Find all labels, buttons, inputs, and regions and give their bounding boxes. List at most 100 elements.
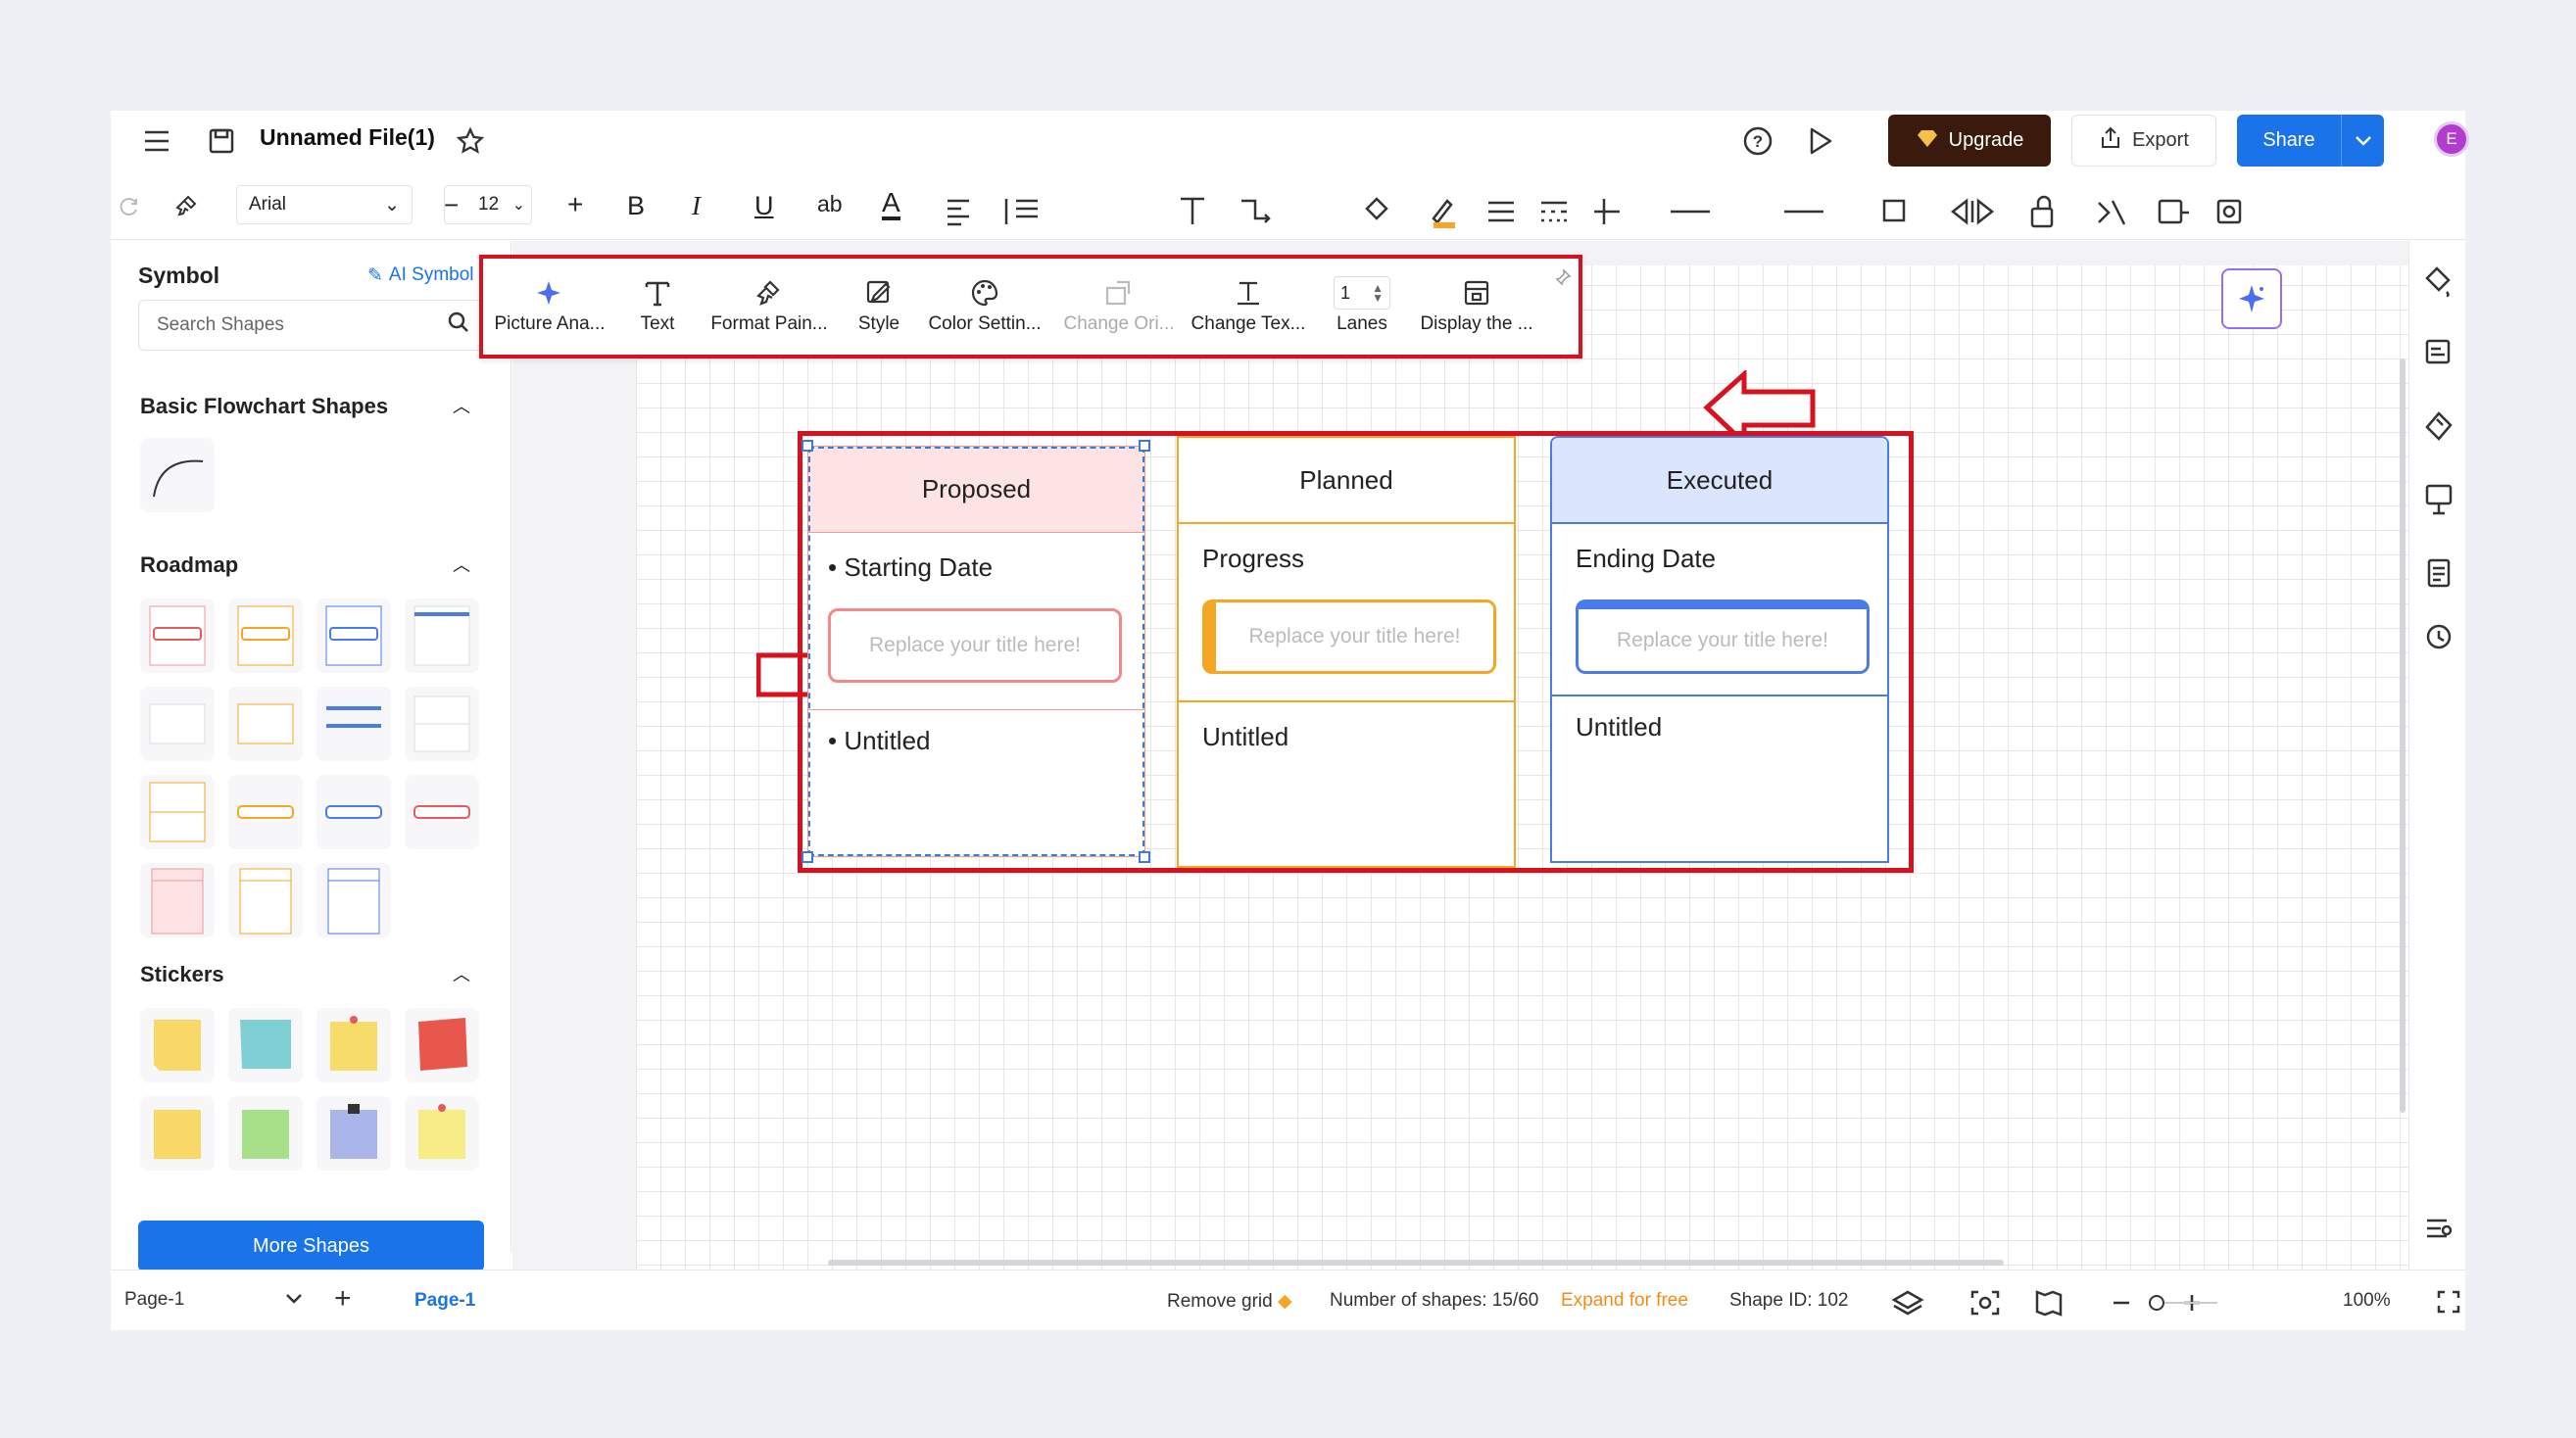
- lane-item[interactable]: Untitled: [1202, 722, 1288, 752]
- picture-analysis-button[interactable]: Picture Ana...: [495, 272, 606, 335]
- format-painter-button[interactable]: Format Pain...: [708, 272, 830, 335]
- roadmap-template[interactable]: [228, 687, 303, 761]
- title-placeholder[interactable]: Replace your title here!: [1202, 599, 1496, 674]
- arrange-icons-row[interactable]: [2026, 195, 2350, 234]
- lane-item[interactable]: Untitled: [1576, 712, 1662, 743]
- resize-handle[interactable]: [1139, 851, 1150, 863]
- ai-symbol-button[interactable]: ✎ AI Symbol: [367, 264, 474, 287]
- change-text-button[interactable]: Change Tex...: [1191, 272, 1306, 335]
- font-family-select[interactable]: Arial ⌄: [236, 185, 413, 224]
- display-button[interactable]: Display the ...: [1416, 272, 1537, 335]
- roadmap-template[interactable]: [405, 687, 479, 761]
- strikethrough-button[interactable]: ab: [817, 191, 843, 217]
- export-button[interactable]: Export: [2071, 115, 2216, 167]
- file-icon[interactable]: [205, 124, 238, 158]
- lanes-input[interactable]: 1 ▲ ▼: [1334, 276, 1390, 310]
- fullscreen-icon[interactable]: [2437, 1290, 2460, 1314]
- roadmap-template[interactable]: [405, 775, 479, 849]
- style-button[interactable]: Style: [851, 272, 906, 335]
- toolbar-icons-row[interactable]: [944, 195, 2119, 234]
- help-icon[interactable]: ?: [1739, 122, 1776, 160]
- expand-link[interactable]: Expand for free: [1561, 1290, 1688, 1312]
- chevron-up-icon[interactable]: ︿: [453, 393, 470, 418]
- resize-handle[interactable]: [802, 851, 813, 863]
- sticker-note[interactable]: [228, 1096, 303, 1171]
- lane-column-proposed[interactable]: Proposed • Starting Date Replace your ti…: [807, 446, 1145, 857]
- search-placeholder: Search Shapes: [157, 314, 284, 335]
- page-select-label: Page-1: [124, 1289, 185, 1310]
- file-title[interactable]: Unnamed File(1): [260, 124, 435, 151]
- lane-column-planned[interactable]: Planned Progress Replace your title here…: [1177, 436, 1516, 868]
- chevron-down-icon[interactable]: [2341, 115, 2384, 167]
- display-icon: [1462, 272, 1491, 313]
- sticker-note[interactable]: [316, 1008, 391, 1082]
- lane-item[interactable]: Progress: [1202, 544, 1304, 574]
- roadmap-template[interactable]: [316, 863, 391, 937]
- chevron-up-icon[interactable]: ︿: [453, 551, 470, 577]
- roadmap-template[interactable]: [316, 599, 391, 673]
- sticker-note[interactable]: [405, 1096, 479, 1171]
- menu-icon[interactable]: [140, 124, 173, 158]
- bold-button[interactable]: B: [627, 191, 645, 221]
- italic-button[interactable]: I: [692, 191, 701, 221]
- row-divider: [1179, 700, 1514, 702]
- section-roadmap[interactable]: Roadmap: [140, 552, 238, 578]
- sticker-note[interactable]: [140, 1008, 215, 1082]
- roadmap-template[interactable]: [316, 775, 391, 849]
- resize-handle[interactable]: [1139, 440, 1150, 452]
- lane-header[interactable]: Planned: [1179, 438, 1514, 524]
- page-select[interactable]: Page-1: [124, 1282, 311, 1318]
- lane-column-executed[interactable]: Executed Ending Date Replace your title …: [1550, 436, 1889, 863]
- resize-handle[interactable]: [802, 440, 813, 452]
- roadmap-template[interactable]: [140, 599, 215, 673]
- zoom-level[interactable]: 100%: [2343, 1290, 2391, 1312]
- roadmap-template[interactable]: [228, 599, 303, 673]
- more-shapes-button[interactable]: More Shapes: [138, 1221, 484, 1271]
- search-icon[interactable]: [448, 312, 469, 339]
- pin-icon[interactable]: [1555, 268, 1573, 286]
- change-orientation-button[interactable]: Change Ori...: [1063, 272, 1175, 335]
- title-placeholder[interactable]: Replace your title here!: [1576, 599, 1870, 674]
- ai-assistant-button[interactable]: [2221, 268, 2282, 329]
- format-painter-icon[interactable]: [170, 189, 203, 222]
- roadmap-template[interactable]: [405, 599, 479, 673]
- color-settings-button[interactable]: Color Settin...: [926, 272, 1044, 335]
- roadmap-template[interactable]: [140, 687, 215, 761]
- vertical-scrollbar[interactable]: [2400, 359, 2406, 1113]
- search-input[interactable]: Search Shapes: [138, 300, 484, 351]
- share-button[interactable]: Share: [2237, 115, 2384, 167]
- font-size-select[interactable]: 12 ⌄: [444, 185, 532, 224]
- lane-header[interactable]: Executed: [1552, 438, 1887, 524]
- right-panel-icons[interactable]: [2409, 241, 2466, 1270]
- remove-grid-button[interactable]: Remove grid ◆: [1167, 1290, 1292, 1313]
- sticker-note[interactable]: [316, 1096, 391, 1171]
- lanes-stepper[interactable]: 1 ▲ ▼ Lanes: [1328, 272, 1396, 335]
- sticker-note[interactable]: [228, 1008, 303, 1082]
- roadmap-template[interactable]: [316, 687, 391, 761]
- text-color-button[interactable]: A: [882, 189, 900, 220]
- chevron-up-icon[interactable]: ︿: [453, 961, 470, 986]
- section-stickers[interactable]: Stickers: [140, 962, 224, 987]
- increase-font-button[interactable]: +: [567, 185, 593, 224]
- play-icon[interactable]: [1802, 122, 1839, 160]
- page-tab[interactable]: Page-1: [414, 1290, 475, 1312]
- star-icon[interactable]: [454, 124, 487, 158]
- lane-item[interactable]: Ending Date: [1576, 544, 1716, 574]
- roadmap-template[interactable]: [140, 775, 215, 849]
- upgrade-button[interactable]: Upgrade: [1888, 115, 2051, 167]
- add-page-button[interactable]: +: [334, 1282, 352, 1316]
- avatar[interactable]: E: [2434, 121, 2469, 157]
- roadmap-template[interactable]: [228, 775, 303, 849]
- text-tool-button[interactable]: Text: [628, 272, 687, 335]
- roadmap-template[interactable]: [228, 863, 303, 937]
- sticker-note[interactable]: [405, 1008, 479, 1082]
- sticker-note[interactable]: [140, 1096, 215, 1171]
- status-icons[interactable]: [1890, 1286, 2321, 1319]
- underline-button[interactable]: U: [754, 191, 774, 221]
- section-basic-flowchart[interactable]: Basic Flowchart Shapes: [140, 394, 388, 419]
- arc-shape[interactable]: [140, 438, 215, 512]
- sparkle-icon: [535, 272, 564, 313]
- redo-icon[interactable]: [115, 189, 144, 222]
- horizontal-scrollbar[interactable]: [828, 1260, 2004, 1266]
- roadmap-template[interactable]: [140, 863, 215, 937]
